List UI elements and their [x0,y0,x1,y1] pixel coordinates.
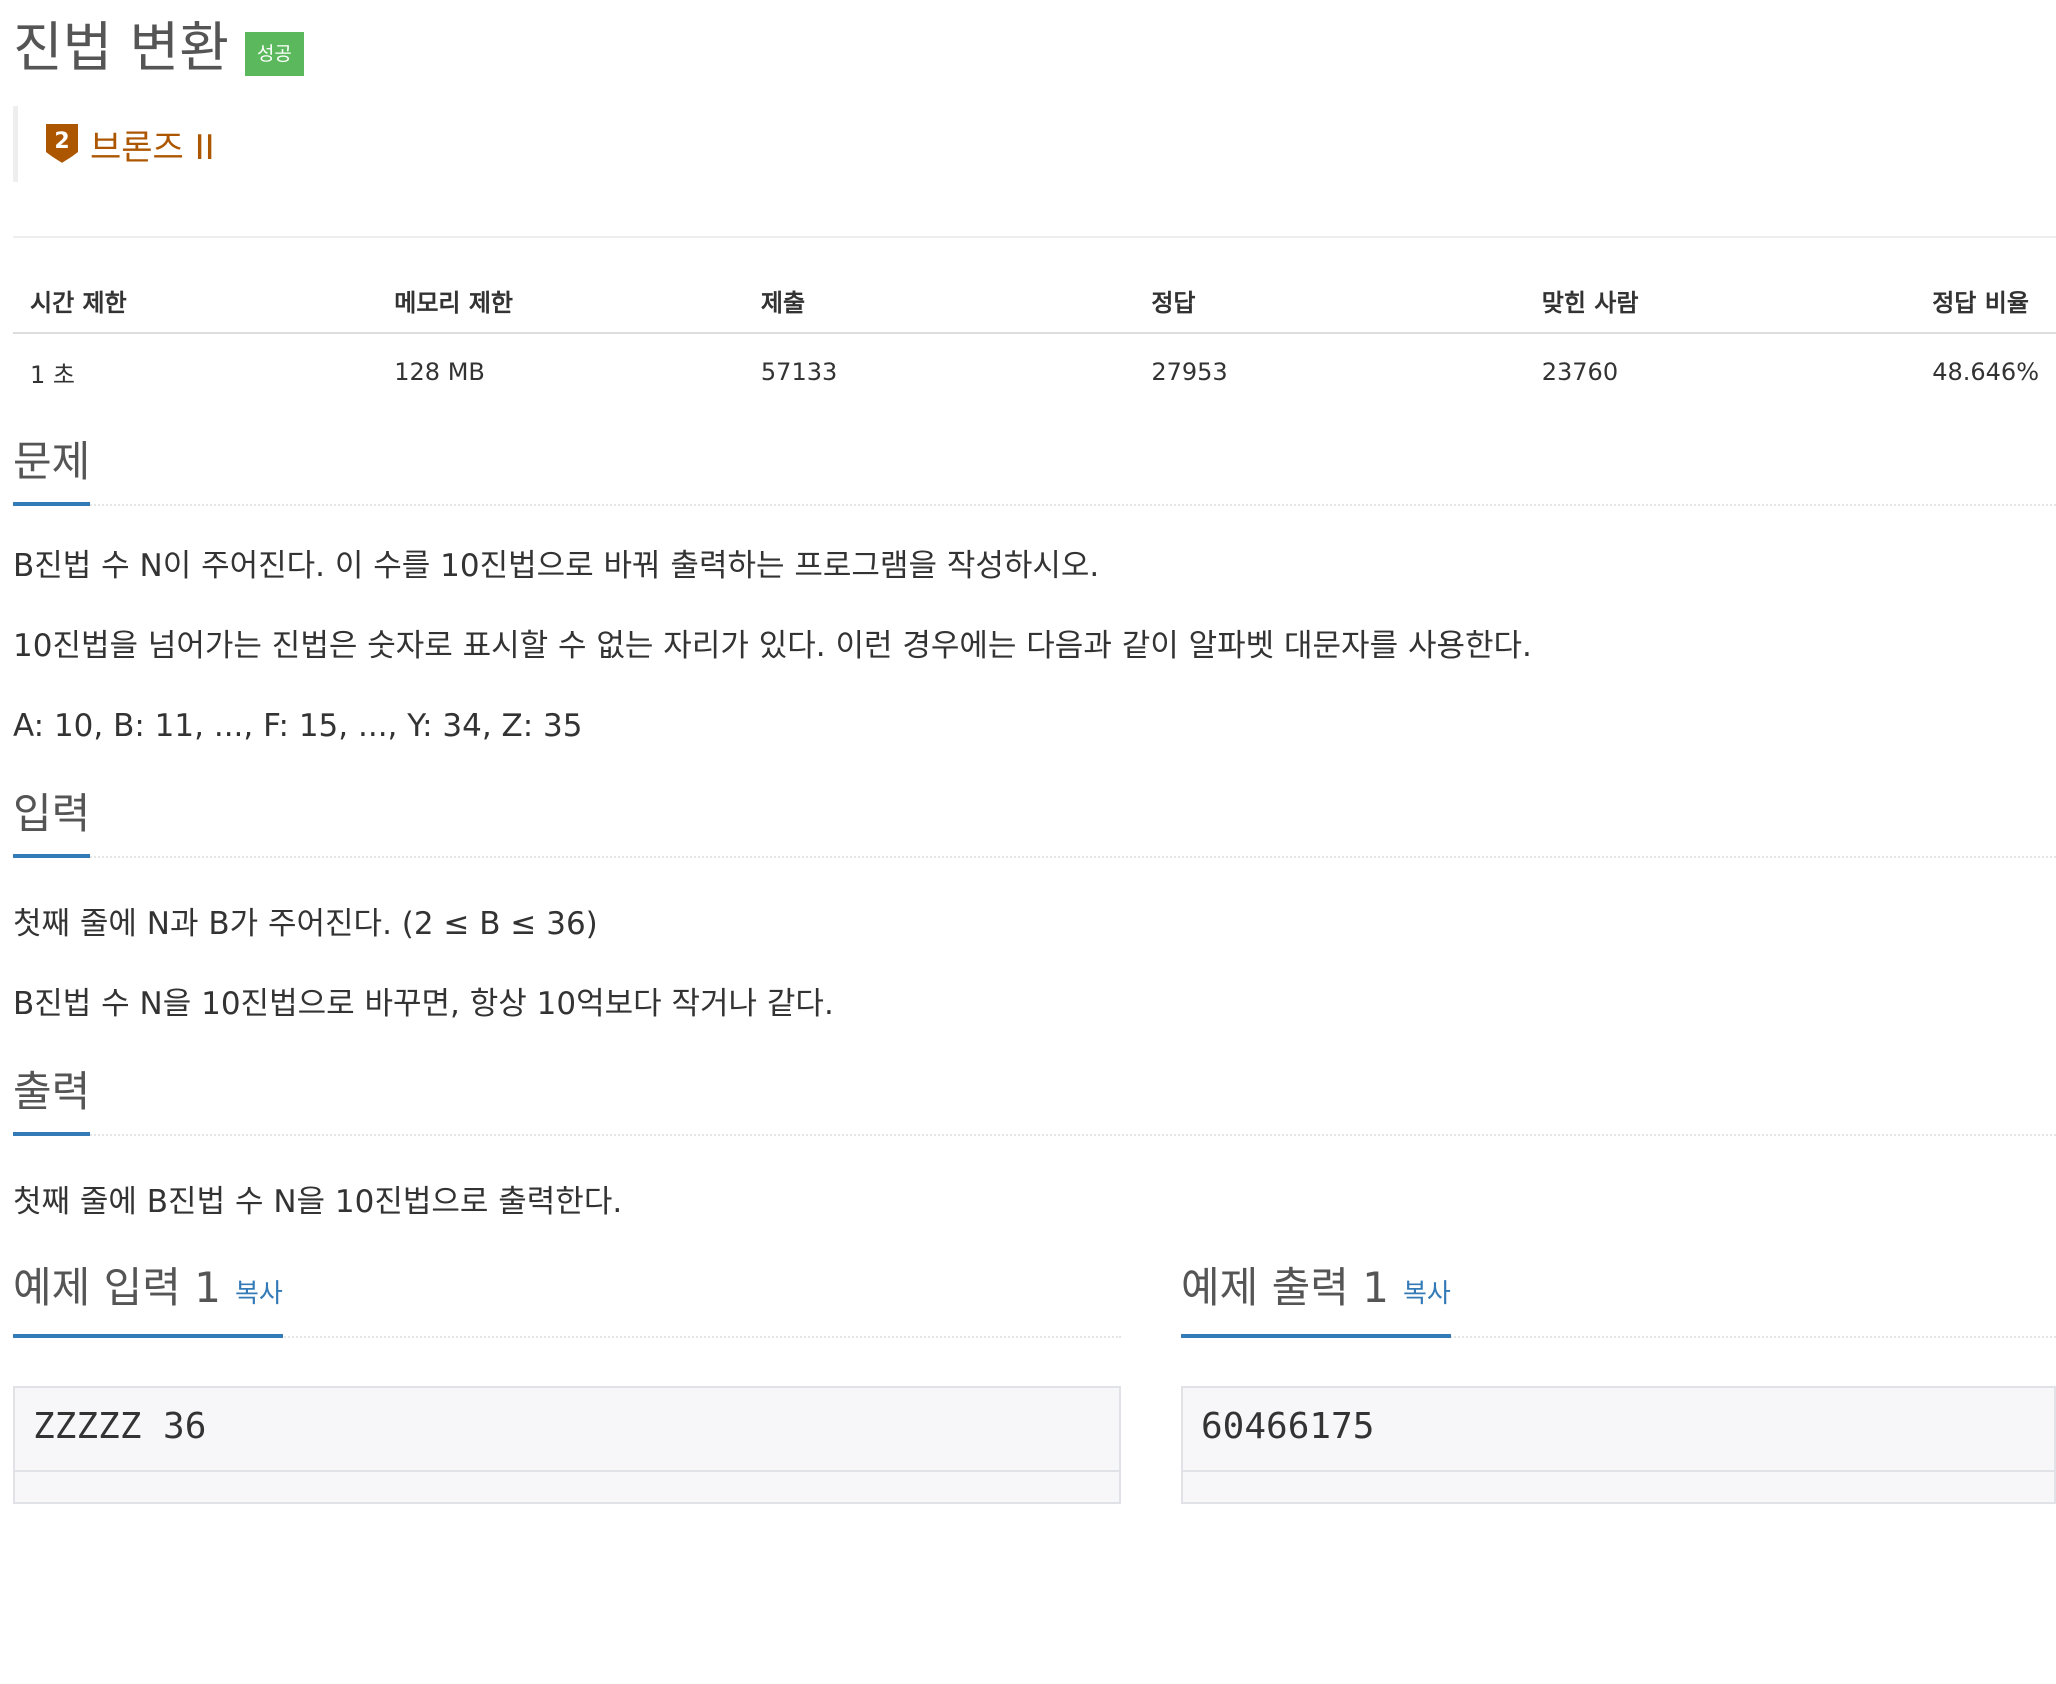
sample-output-content[interactable]: 60466175 [1183,1388,2054,1472]
time-limit-value: 1 초 [30,360,75,389]
tier-level: 2 [54,129,69,154]
sample-input-1: 예제 입력 1 복사 ZZZZZ 36 [13,1264,1121,1504]
submissions-value[interactable]: 57133 [744,333,1134,390]
input-paragraph: B진법 수 N을 10진법으로 바꾸면, 항상 10억보다 작거나 같다. [13,986,834,1022]
accept-rate-value: 48.646% [1932,358,2039,386]
description-body: B진법 수 N이 주어진다. 이 수를 10진법으로 바꿔 출력하는 프로그램을… [13,506,2056,748]
table-row: 1 초 128 MB 57133 27953 23760 48.646% [13,333,2056,390]
description-header: 문제 [13,432,2056,506]
header-accepted: 정답 [1134,276,1525,334]
input-header: 입력 [13,784,2056,858]
sample-input-box: ZZZZZ 36 [13,1386,1121,1504]
problem-info-table: 시간 제한 메모리 제한 제출 정답 맞힌 사람 정답 비율 1 초 128 M… [13,276,2056,390]
memory-limit-value: 128 MB [394,358,485,386]
output-section: 출력 첫째 줄에 B진법 수 N을 10진법으로 출력한다. [13,1062,2056,1224]
tier-label[interactable]: 브론즈 II [90,120,215,169]
tier-block: 2 브론즈 II [13,106,2056,182]
status-badge: 성공 [244,32,304,76]
description-paragraph: A: 10, B: 11, ..., F: 15, ..., Y: 34, Z:… [13,708,583,744]
copy-sample-input-button[interactable]: 복사 [235,1279,283,1309]
description-title: 문제 [13,438,91,506]
input-title: 입력 [13,790,91,858]
title-row: 진법 변환 성공 [13,0,2056,80]
sample-input-header: 예제 입력 1 복사 [13,1264,1121,1338]
solvers-value[interactable]: 23760 [1525,333,1915,390]
input-section: 입력 첫째 줄에 N과 B가 주어진다. (2 ≤ B ≤ 36) B진법 수 … [13,784,2056,1026]
sample-input-title-text: 예제 입력 1 [13,1263,221,1312]
bronze-tier-icon: 2 [44,122,80,166]
problem-page: 진법 변환 성공 2 브론즈 II 시간 제한 메모리 제한 제출 정답 맞힌 … [0,0,2056,1684]
copy-sample-output-button[interactable]: 복사 [1403,1279,1451,1309]
description-paragraph: B진법 수 N이 주어진다. 이 수를 10진법으로 바꿔 출력하는 프로그램을… [13,548,1100,584]
header-time-limit: 시간 제한 [13,276,378,334]
accepted-value[interactable]: 27953 [1134,333,1524,390]
output-body: 첫째 줄에 B진법 수 N을 10진법으로 출력한다. [13,1136,2056,1224]
input-paragraph: 첫째 줄에 N과 B가 주어진다. (2 ≤ B ≤ 36) [13,906,598,942]
description-section: 문제 B진법 수 N이 주어진다. 이 수를 10진법으로 바꿔 출력하는 프로… [13,432,2056,748]
input-body: 첫째 줄에 N과 B가 주어진다. (2 ≤ B ≤ 36) B진법 수 N을 … [13,858,2056,1026]
header-accept-rate: 정답 비율 [1915,276,2056,334]
description-paragraph: 10진법을 넘어가는 진법은 숫자로 표시할 수 없는 자리가 있다. 이런 경… [13,628,1532,664]
problem-title: 진법 변환 [13,16,229,79]
samples-row: 예제 입력 1 복사 ZZZZZ 36 예제 출력 1 복사 60466175 [13,1264,2056,1504]
header-solvers: 맞힌 사람 [1524,276,1916,334]
divider [13,236,2056,238]
output-paragraph: 첫째 줄에 B진법 수 N을 10진법으로 출력한다. [13,1184,623,1220]
sample-output-title: 예제 출력 1 복사 [1181,1264,1451,1338]
output-title: 출력 [13,1068,91,1136]
header-submissions: 제출 [743,276,1135,334]
sample-output-box: 60466175 [1181,1386,2056,1504]
sample-output-title-text: 예제 출력 1 [1181,1263,1389,1312]
output-header: 출력 [13,1062,2056,1136]
header-memory-limit: 메모리 제한 [377,276,744,334]
sample-input-content[interactable]: ZZZZZ 36 [15,1388,1119,1472]
sample-output-1: 예제 출력 1 복사 60466175 [1181,1264,2056,1504]
sample-input-title: 예제 입력 1 복사 [13,1264,283,1338]
sample-output-header: 예제 출력 1 복사 [1181,1264,2056,1338]
